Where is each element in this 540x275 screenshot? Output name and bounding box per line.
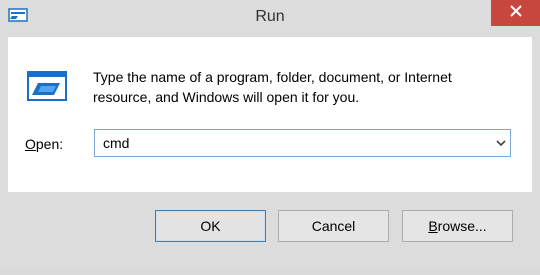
open-combobox[interactable]: cmd: [94, 129, 511, 157]
run-program-icon: [26, 69, 70, 105]
instructions-text: Type the name of a program, folder, docu…: [93, 69, 452, 105]
ok-button[interactable]: OK: [155, 210, 266, 242]
title-bar[interactable]: Run: [0, 0, 540, 36]
open-label: Open:: [25, 136, 63, 152]
open-input[interactable]: cmd: [103, 135, 129, 151]
close-icon: [509, 4, 522, 22]
open-label-rest: pen:: [35, 136, 64, 152]
browse-button[interactable]: Browse...: [402, 210, 513, 242]
run-dialog: Run Type the name of a program, folder, …: [0, 0, 540, 275]
cancel-button[interactable]: Cancel: [278, 210, 389, 242]
window-bottom-border: [0, 268, 540, 275]
content-panel: Type the name of a program, folder, docu…: [8, 37, 532, 192]
close-button[interactable]: [491, 0, 540, 26]
browse-accel: B: [428, 218, 438, 234]
browse-button-label: Browse...: [428, 218, 486, 234]
browse-rest: rowse...: [437, 218, 487, 234]
window-title: Run: [255, 8, 285, 25]
chevron-down-icon[interactable]: [495, 136, 507, 150]
cancel-button-label: Cancel: [311, 218, 356, 234]
open-label-accel: O: [25, 136, 36, 152]
ok-button-label: OK: [200, 218, 221, 234]
